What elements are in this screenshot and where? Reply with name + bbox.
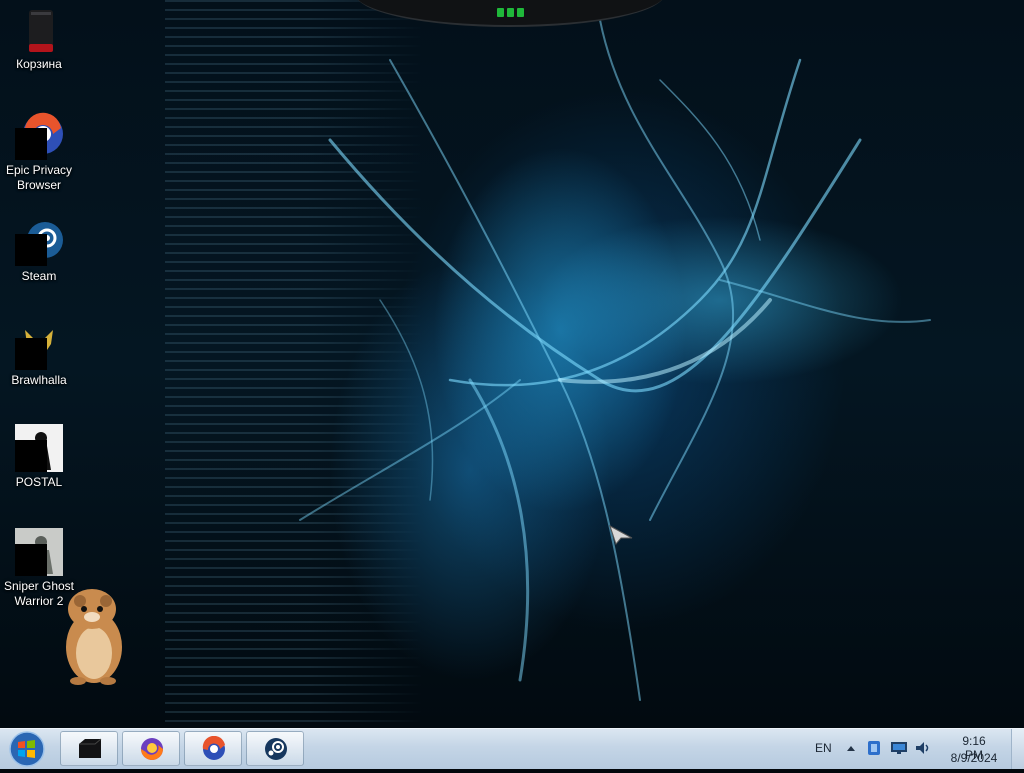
desktop-icon-label: Steam — [21, 269, 57, 283]
desktop-icon-label: Brawlhalla — [11, 373, 67, 387]
desktop-icon-label: Epic Privacy Browser — [5, 163, 73, 192]
status-led-icon — [497, 4, 527, 18]
taskbar-button-file-manager[interactable] — [60, 731, 118, 766]
desktop-icon-brawlhalla[interactable]: Brawlhalla — [0, 322, 78, 388]
desktop-icon-postal[interactable]: POSTAL — [0, 424, 78, 490]
show-desktop-button[interactable] — [1011, 729, 1024, 769]
desktop-icon-label: POSTAL — [15, 475, 63, 489]
start-button[interactable] — [5, 730, 47, 768]
taskbar-button-steam[interactable] — [246, 731, 304, 766]
windows-start-icon — [9, 731, 45, 767]
desktop-icon-epic-browser[interactable]: Epic Privacy Browser — [0, 112, 78, 193]
desktop-wallpaper — [0, 0, 1024, 728]
brawlhalla-icon — [15, 322, 63, 370]
epic-browser-icon — [15, 112, 63, 160]
taskbar-button-firefox[interactable] — [122, 731, 180, 766]
language-indicator[interactable]: EN — [815, 741, 832, 755]
monitor-icon[interactable] — [890, 741, 908, 760]
black-box-icon — [79, 738, 102, 758]
desktop-icon-steam[interactable]: Steam — [0, 218, 78, 284]
taskbar-button-epic-browser[interactable] — [184, 731, 242, 766]
postal-icon — [15, 424, 63, 472]
hamster-pet[interactable] — [58, 583, 126, 687]
mouse-cursor-icon — [608, 524, 634, 551]
tray-expand-icon[interactable] — [846, 741, 856, 760]
epic-browser-icon — [202, 736, 225, 760]
volume-icon[interactable] — [914, 739, 932, 762]
steam-icon — [265, 738, 287, 760]
taskbar: EN 9:16 PM 8/9/2024 — [0, 728, 1024, 769]
firefox-icon — [141, 738, 163, 760]
sniper-ghost-warrior-icon — [15, 528, 63, 576]
steam-icon — [15, 218, 63, 266]
recycle-bin-icon — [15, 6, 63, 54]
desktop-icon-label: Корзина — [16, 57, 62, 71]
fractal-streaks — [299, 19, 931, 701]
clock-date[interactable]: 8/9/2024 — [948, 751, 1000, 765]
tray-app-icon[interactable] — [866, 739, 882, 762]
desktop-icon-recycle-bin[interactable]: Корзина — [0, 6, 78, 72]
